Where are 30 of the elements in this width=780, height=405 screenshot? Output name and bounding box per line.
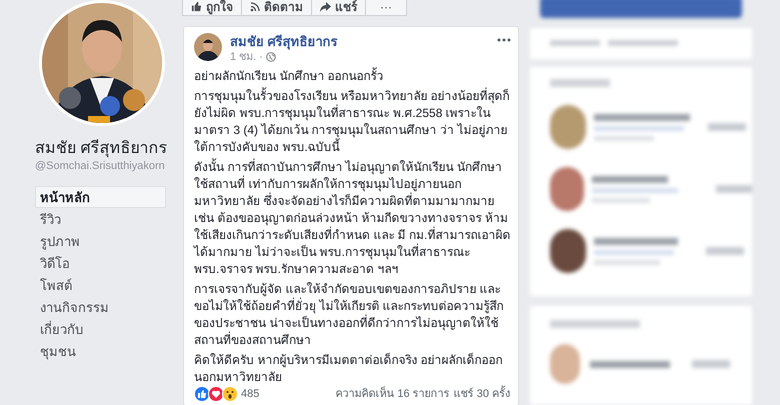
post-paragraph: คิดให้ดีครับ หากผู้บริหารมีเมตตาต่อเด็กจริง อย่าผลักเด็กออกนอกมหาวิทยาลัย [194,352,504,386]
nav-item[interactable]: วิดีโอ [35,252,166,274]
post-paragraph: การชุมนุมในรั้วของโรงเรียน หรือมหาวิทยาลัย อย่างน้อยที่สุดก็ยังไม่ผิด พรบ.การชุมนุมในที่สาธารณะ พ.ศ.2558 เพราะในมาตรา 3 (4) ได้ยกเว้น การชุมนุมในสถานศึกษา ว่า ไม่อยู่ภายใต้การบังคับของ พรบ.ฉบับนี้ [194,88,511,156]
comments-link[interactable]: ความคิดเห็น 16 รายการ [335,386,450,402]
thumbs-up-icon [191,1,202,12]
like-reaction-icon [194,386,210,402]
globe-icon [266,52,276,62]
more-options-icon[interactable] [497,38,511,42]
nav-item[interactable]: หน้าหลัก [35,186,166,208]
rss-icon [250,2,260,12]
page-name: สมชัย ศรีสุทธิยากร [35,138,166,160]
nav-item[interactable]: โพสต์ [35,274,166,296]
nav-item[interactable]: ชุมชน [35,340,166,362]
nav-item[interactable]: เกี่ยวกับ [35,318,166,340]
follow-button[interactable]: ติดตาม [241,0,312,16]
shares-link[interactable]: แชร์ 30 ครั้ง [454,386,510,402]
more-button[interactable]: ··· [365,0,407,16]
page-handle: @Somchai.Srisutthiyakorn [35,160,166,173]
share-arrow-icon [320,2,331,12]
love-reaction-icon [208,386,224,402]
reaction-count[interactable]: 485 [241,386,260,402]
author-link[interactable]: สมชัย ศรีสุทธิยากร [230,33,338,50]
wow-reaction-icon [222,386,238,402]
share-button[interactable]: แชร์ [311,0,366,16]
nav-item[interactable]: งานกิจกรรม [35,296,166,318]
nav-item[interactable]: รูปภาพ [35,230,166,252]
post-paragraph: ดังนั้น การที่สถาบันการศึกษา ไม่อนุญาตให้นักเรียน นักศึกษาใช้สถานที่ เท่ากับการผลักให้การชุมนุมไปอยู่ภายนอกมหาวิทยาลัย ซึ่งจะจัดอย่างไรก็มีความผิดที่ตามมามากมาย เช่น ต้องขออนุญาตก่อนล่วงหน้า ห้ามกีดขวางทางจราจร ห้ามใช้เสียงเกินกว่าระดับเสียงที่กำหนด และ มี กม.ที่สามารถเอาผิดได้มากมาย ไม่ว่าจะเป็น พรบ.การชุมนุมในที่สาธารณะ พรบ.จราจร พรบ.รักษาความสะอาด ฯลฯ [194,159,512,278]
post-paragraph: การเจรจากับผู้จัด และให้จำกัดขอบเขตของการอภิปราย และ ขอไม่ให้ใช้ถ้อยคำที่ยั่วยุ ไม่ให้เกียรติ และกระทบต่อความรู้สึกของประชาชน น่าจะเป็นทางออกที่ดีกว่าการไม่อนุญาตให้ใช้สถานที่ของสถานศึกษา [194,281,505,349]
nav-item[interactable]: รีวิว [35,208,166,230]
post-paragraph: อย่าผลักนักเรียน นักศึกษา ออกนอกรั้ว [194,68,385,85]
